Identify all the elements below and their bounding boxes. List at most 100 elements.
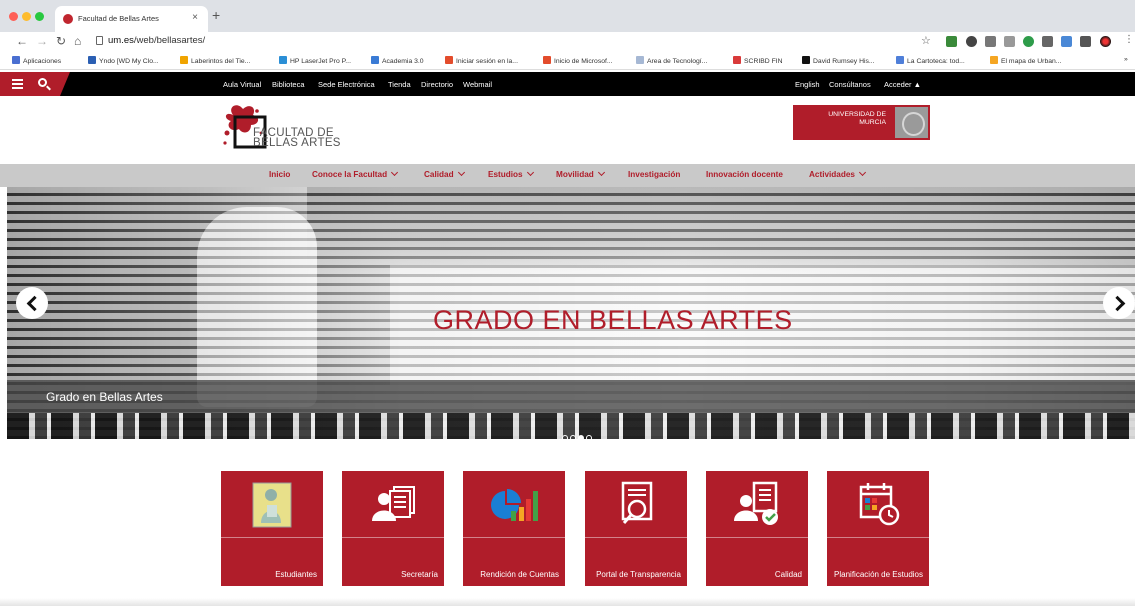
quick-link-card[interactable]: Rendición de Cuentas (463, 471, 565, 586)
back-icon[interactable]: ← (16, 34, 28, 48)
hero-caption-bar: Grado en Bellas Artes (7, 380, 1135, 413)
lock-icon: ▲ (913, 80, 922, 89)
topbar-link-biblioteca[interactable]: Biblioteca (272, 80, 305, 89)
bookmark-item[interactable]: Aplicaciones (12, 56, 61, 65)
reload-icon[interactable]: ↻ (56, 34, 66, 48)
slider-next-button[interactable] (1103, 287, 1135, 319)
address-bar-row: ← → ↻ ⌂ um.es/web/bellasartes/ ☆ ⋮ (0, 32, 1135, 52)
search-icon[interactable] (38, 78, 47, 87)
favicon-icon (63, 14, 73, 24)
university-line-2: MURCIA (859, 119, 886, 126)
nav-item[interactable]: Actividades (809, 168, 867, 179)
bookmark-favicon-icon (12, 56, 20, 64)
home-icon[interactable]: ⌂ (74, 34, 81, 48)
extension-icon[interactable] (1004, 36, 1015, 47)
bookmark-item[interactable]: Inicio de Microsof... (543, 56, 613, 65)
quick-link-card[interactable]: Portal de Transparencia (585, 471, 687, 586)
bookmark-favicon-icon (802, 56, 810, 64)
slider-previous-button[interactable] (16, 287, 48, 319)
bookmark-item[interactable]: Yndo [WD My Clo... (88, 56, 159, 65)
close-tab-icon[interactable]: × (192, 12, 198, 23)
nav-item[interactable]: Innovación docente (706, 170, 783, 179)
profile-avatar[interactable] (1100, 36, 1111, 47)
bookmark-item[interactable]: David Rumsey His... (802, 56, 875, 65)
quick-link-card[interactable]: Calidad (706, 471, 808, 586)
quick-link-card[interactable]: Estudiantes (221, 471, 323, 586)
topbar-link-consultanos[interactable]: Consúltanos (829, 80, 871, 89)
browser-menu-icon[interactable]: ⋮ (1124, 34, 1134, 45)
url-path: /web/bellasartes/ (133, 35, 206, 46)
browser-tab[interactable]: Facultad de Bellas Artes × (55, 6, 208, 32)
quick-link-label: Rendición de Cuentas (480, 570, 559, 579)
hamburger-menu-icon[interactable] (12, 79, 23, 89)
slider-dot[interactable] (570, 435, 576, 439)
card-divider (706, 537, 808, 538)
nav-item[interactable]: Investigación (628, 170, 680, 179)
extension-icon[interactable] (966, 36, 977, 47)
bookmark-favicon-icon (279, 56, 287, 64)
bookmark-item[interactable]: Iniciar sesión en la... (445, 56, 518, 65)
nav-item-label: Actividades (809, 170, 855, 179)
quick-link-label: Secretaría (401, 570, 438, 579)
nav-item[interactable]: Inicio (269, 170, 290, 179)
extension-icon[interactable] (946, 36, 957, 47)
quick-link-label: Estudiantes (275, 570, 317, 579)
nav-item-label: Innovación docente (706, 170, 783, 179)
bookmark-item[interactable]: La Cartoteca: tod... (896, 56, 965, 65)
hero-caption[interactable]: Grado en Bellas Artes (46, 390, 163, 404)
slider-dot[interactable] (586, 435, 592, 439)
nav-item-label: Conoce la Facultad (312, 170, 388, 179)
page-divider (0, 598, 1135, 606)
extension-icon[interactable] (1080, 36, 1091, 47)
extension-icon[interactable] (1023, 36, 1034, 47)
nav-item[interactable]: Estudios (488, 168, 534, 179)
quick-link-card[interactable]: Planificación de Estudios (827, 471, 929, 586)
main-navigation: Inicio Conoce la Facultad Calidad Estudios M… (0, 164, 1135, 187)
topbar-link-tienda[interactable]: Tienda (388, 80, 411, 89)
topbar-link-english[interactable]: English (795, 80, 820, 89)
bookmark-item[interactable]: HP LaserJet Pro P... (279, 56, 351, 65)
topbar-link-aula-virtual[interactable]: Aula Virtual (223, 80, 261, 89)
nav-item[interactable]: Conoce la Facultad (312, 168, 399, 179)
topbar-link-sede[interactable]: Sede Electrónica (318, 80, 375, 89)
maximize-window-icon[interactable] (35, 12, 44, 21)
logo-line-2: BELLAS ARTES (253, 137, 341, 149)
nav-item[interactable]: Calidad (424, 168, 465, 179)
slider-dot[interactable] (578, 435, 584, 439)
nav-item-label: Inicio (269, 170, 291, 179)
topbar-link-directorio[interactable]: Directorio (421, 80, 453, 89)
university-seal-icon (895, 107, 928, 138)
url-field[interactable]: um.es/web/bellasartes/ (92, 34, 912, 49)
forward-icon[interactable]: → (36, 34, 48, 48)
bookmark-favicon-icon (636, 56, 644, 64)
topbar-link-acceder[interactable]: Acceder ▲ (884, 80, 921, 89)
bookmark-item[interactable]: SCRIBD FIN (733, 56, 783, 65)
bookmark-item[interactable]: Area de Tecnologí... (636, 56, 707, 65)
extension-icon[interactable] (1061, 36, 1072, 47)
minimize-window-icon[interactable] (22, 12, 31, 21)
chevron-down-icon (858, 168, 867, 177)
more-bookmarks-icon[interactable]: » (1124, 56, 1128, 63)
university-logo[interactable]: UNIVERSIDAD DE MURCIA (793, 105, 930, 140)
extension-icon[interactable] (985, 36, 996, 47)
lock-icon (96, 36, 103, 45)
chevron-down-icon (526, 168, 534, 177)
bookmark-favicon-icon (445, 56, 453, 64)
slider-dot[interactable] (562, 435, 568, 439)
quick-link-card[interactable]: Secretaría (342, 471, 444, 586)
bookmark-favicon-icon (733, 56, 741, 64)
bookmark-item[interactable]: Academia 3.0 (371, 56, 424, 65)
star-icon[interactable]: ☆ (921, 34, 931, 47)
chevron-down-icon (457, 168, 465, 177)
nav-item[interactable]: Movilidad (556, 168, 605, 179)
bookmark-label: SCRIBD FIN (744, 58, 783, 65)
bookmark-item[interactable]: Laberintos del Tie... (180, 56, 250, 65)
slider-pagination (562, 428, 594, 439)
bookmark-item[interactable]: El mapa de Urban... (990, 56, 1061, 65)
close-window-icon[interactable] (9, 12, 18, 21)
quick-link-label: Portal de Transparencia (596, 570, 681, 579)
new-tab-icon[interactable]: + (212, 7, 220, 23)
extension-icon[interactable] (1042, 36, 1053, 47)
bookmark-favicon-icon (180, 56, 188, 64)
topbar-link-webmail[interactable]: Webmail (463, 80, 492, 89)
